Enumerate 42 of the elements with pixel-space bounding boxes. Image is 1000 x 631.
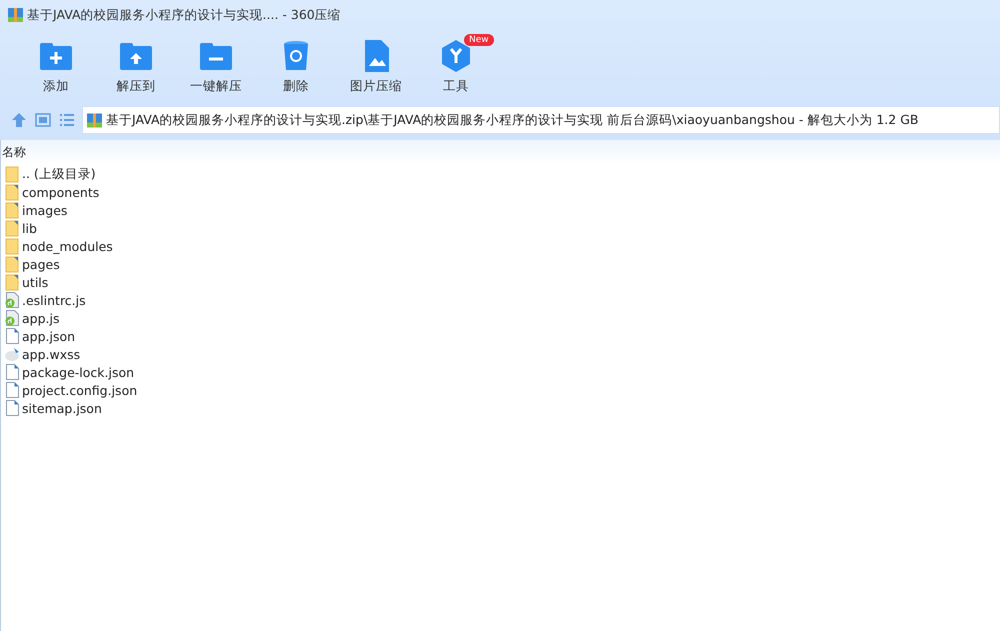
file-icon xyxy=(5,364,19,380)
folder-icon xyxy=(5,256,19,272)
address-bar[interactable]: 基于JAVA的校园服务小程序的设计与实现.zip\基于JAVA的校园服务小程序的设计与实现 前后台源码\xiaoyuanbangshou - 解包大小为 1.2 GB xyxy=(82,106,1000,134)
file-name[interactable]: .eslintrc.js xyxy=(22,292,86,308)
new-badge: New xyxy=(464,34,494,46)
file-icon xyxy=(5,328,19,344)
file-name[interactable]: pages xyxy=(22,256,60,272)
script-file-icon xyxy=(5,292,19,308)
file-name[interactable]: sitemap.json xyxy=(22,400,102,416)
file-name[interactable]: package-lock.json xyxy=(22,364,134,380)
archive-icon xyxy=(8,8,23,22)
file-icon xyxy=(5,382,19,398)
folder-icon xyxy=(5,184,19,200)
file-name[interactable]: app.wxss xyxy=(22,346,80,362)
script-file-icon xyxy=(5,310,19,326)
file-name[interactable]: utils xyxy=(22,274,48,290)
toolbar-button[interactable]: 解压到 xyxy=(96,38,176,96)
folder-icon xyxy=(5,166,19,182)
file-name[interactable]: project.config.json xyxy=(22,382,138,398)
folder-icon xyxy=(5,202,19,218)
file-name[interactable]: app.js xyxy=(22,310,60,326)
file-name[interactable]: images xyxy=(22,202,68,218)
toolbar-button[interactable]: 一键解压 xyxy=(176,38,256,96)
toolbar-button[interactable]: 添加 xyxy=(16,38,96,96)
folder-icon xyxy=(5,238,19,254)
folder-icon xyxy=(5,220,19,236)
file-name[interactable]: app.json xyxy=(22,328,76,344)
up-arrow-icon[interactable] xyxy=(10,111,28,129)
thumbnail-view-icon[interactable] xyxy=(34,111,52,129)
file-name[interactable]: components xyxy=(22,184,100,200)
archive-icon xyxy=(87,112,102,128)
list-view-icon[interactable] xyxy=(58,111,76,129)
toolbar-button[interactable]: 删除 xyxy=(256,38,336,96)
file-name[interactable]: lib xyxy=(22,220,37,236)
toolbar-button[interactable]: 图片压缩 xyxy=(336,38,416,96)
file-name[interactable]: .. (上级目录) xyxy=(22,166,96,182)
window-title: 基于JAVA的校园服务小程序的设计与实现.... - 360压缩 xyxy=(27,6,341,24)
address-path: 基于JAVA的校园服务小程序的设计与实现.zip\基于JAVA的校园服务小程序的设计与实现 前后台源码\xiaoyuanbangshou - 解包大小为 1.2 GB xyxy=(106,112,918,128)
style-file-icon xyxy=(5,346,19,362)
folder-icon xyxy=(5,274,19,290)
file-name[interactable]: node_modules xyxy=(22,238,113,254)
file-icon xyxy=(5,400,19,416)
